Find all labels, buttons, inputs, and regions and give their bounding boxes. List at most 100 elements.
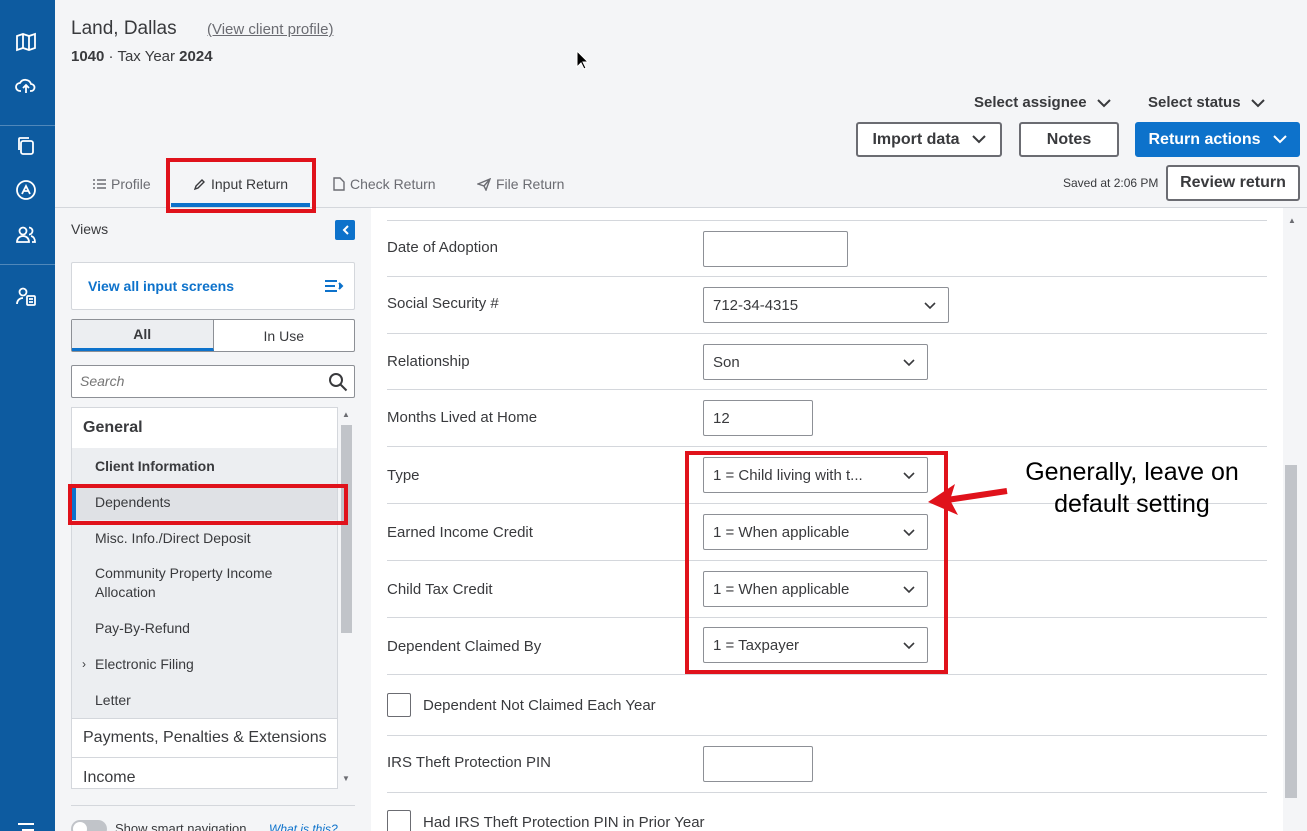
filter-in-use[interactable]: In Use (214, 320, 355, 351)
tab-profile[interactable]: Profile (93, 176, 151, 192)
form-scroll-thumb[interactable] (1285, 465, 1297, 798)
checkbox-label: Had IRS Theft Protection PIN in Prior Ye… (423, 814, 705, 831)
contacts-icon[interactable] (14, 284, 38, 308)
row-ip-pin: IRS Theft Protection PIN (387, 736, 1267, 793)
send-icon (477, 177, 491, 191)
rail-divider (0, 125, 55, 126)
document-icon (333, 177, 345, 191)
what-is-this-link[interactable]: What is this? (269, 822, 338, 831)
date-of-adoption-input[interactable] (703, 231, 848, 267)
input-screen-tree: General Client Information Dependents Mi… (71, 407, 338, 789)
smart-navigation-toggle[interactable] (71, 820, 107, 831)
tree-group-general[interactable]: General (72, 408, 337, 448)
row-date-of-adoption: Date of Adoption (387, 220, 1267, 277)
scroll-down-icon[interactable]: ▼ (342, 774, 350, 783)
notes-label: Notes (1046, 130, 1092, 148)
tax-year: 2024 (179, 48, 213, 65)
field-label: Dependent Claimed By (387, 638, 542, 655)
months-lived-input[interactable]: 12 (703, 400, 813, 436)
tab-label: Profile (111, 176, 151, 192)
field-label: Social Security # (387, 295, 499, 312)
scroll-up-icon[interactable]: ▲ (342, 410, 350, 419)
view-all-label: View all input screens (88, 278, 235, 294)
tree-item-client-information[interactable]: Client Information (72, 448, 337, 484)
highlight-box-defaults (685, 451, 948, 674)
not-claimed-each-year-checkbox[interactable] (387, 693, 411, 717)
tree-group-payments[interactable]: Payments, Penalties & Extensions (72, 718, 337, 758)
tree-item-community-property[interactable]: Community Property Income Allocation (72, 556, 337, 610)
rail-divider (0, 264, 55, 265)
field-label: IRS Theft Protection PIN (387, 754, 551, 771)
ip-pin-input[interactable] (703, 746, 813, 782)
screen-search (71, 365, 355, 398)
left-nav-rail (0, 0, 55, 831)
row-relationship: Relationship Son (387, 334, 1267, 390)
tab-check-return[interactable]: Check Return (333, 176, 436, 192)
chevron-down-icon (903, 359, 915, 367)
tree-item-label: Electronic Filing (95, 655, 194, 672)
mouse-cursor-icon (576, 50, 590, 70)
map-icon[interactable] (14, 30, 38, 54)
field-label: Relationship (387, 353, 470, 370)
tree-item-letter[interactable]: Letter (72, 682, 337, 718)
import-data-label: Import data (872, 130, 960, 148)
view-all-input-screens[interactable]: View all input screens (71, 262, 355, 310)
field-value: Son (713, 354, 740, 371)
field-label: Type (387, 467, 420, 484)
chevron-right-icon: › (82, 656, 86, 671)
tree-item-pay-by-refund[interactable]: Pay-By-Refund (72, 610, 337, 646)
form-number: 1040 (71, 48, 105, 65)
ai-assist-icon[interactable] (14, 178, 38, 202)
list-icon (93, 179, 106, 189)
ssn-dropdown[interactable]: 712-34-4315 (703, 287, 949, 323)
chevron-down-icon (971, 135, 986, 144)
view-client-profile-link[interactable]: (View client profile) (207, 21, 333, 38)
field-label: Child Tax Credit (387, 581, 493, 598)
field-label: Earned Income Credit (387, 524, 533, 541)
import-data-button[interactable]: Import data (856, 122, 1002, 157)
select-status-dropdown[interactable]: Select status (1148, 94, 1265, 111)
menu-icon[interactable] (14, 818, 38, 831)
field-value: 712-34-4315 (713, 297, 799, 314)
scroll-up-icon[interactable]: ▲ (1288, 216, 1296, 225)
chevron-down-icon (1096, 98, 1111, 107)
filter-all[interactable]: All (72, 320, 214, 351)
had-ip-pin-checkbox[interactable] (387, 810, 411, 831)
relationship-dropdown[interactable]: Son (703, 344, 928, 380)
views-label: Views (71, 221, 109, 237)
separator: · (108, 48, 114, 65)
search-icon[interactable] (328, 372, 348, 392)
tree-scroll-thumb[interactable] (341, 425, 352, 633)
client-name: Land, Dallas (71, 18, 177, 39)
review-return-label: Review return (1180, 174, 1286, 191)
row-ssn: Social Security # 712-34-4315 (387, 277, 1267, 334)
saved-status: Saved at 2:06 PM (1063, 176, 1159, 190)
chevron-left-icon (342, 225, 349, 235)
return-info: 1040 · Tax Year 2024 (71, 48, 213, 65)
tab-label: Check Return (350, 176, 436, 192)
chevron-down-icon (1272, 135, 1287, 144)
search-input[interactable] (80, 373, 320, 389)
return-actions-label: Return actions (1148, 130, 1261, 148)
returns-icon[interactable] (14, 134, 38, 158)
cloud-upload-icon[interactable] (14, 74, 38, 98)
tab-file-return[interactable]: File Return (477, 176, 564, 192)
annotation-text: Generally, leave on default setting (1025, 458, 1239, 518)
select-status-label: Select status (1148, 94, 1241, 111)
collapse-panel-button[interactable] (335, 220, 355, 240)
list-expand-icon (325, 280, 344, 292)
tree-group-income[interactable]: Income (72, 758, 337, 788)
select-assignee-dropdown[interactable]: Select assignee (974, 94, 1111, 111)
highlight-box-input-return (166, 158, 316, 213)
return-actions-button[interactable]: Return actions (1135, 122, 1300, 157)
select-assignee-label: Select assignee (974, 94, 1087, 111)
tax-year-label: Tax Year (117, 48, 175, 65)
notes-button[interactable]: Notes (1019, 122, 1119, 157)
review-return-button[interactable]: Review return (1166, 165, 1300, 201)
tree-item-misc-info[interactable]: Misc. Info./Direct Deposit (72, 520, 337, 556)
tree-item-electronic-filing[interactable]: › Electronic Filing (72, 646, 337, 682)
annotation-arrow-icon (928, 484, 1008, 515)
highlight-box-dependents (68, 484, 348, 525)
clients-icon[interactable] (14, 222, 38, 246)
divider (71, 805, 355, 806)
